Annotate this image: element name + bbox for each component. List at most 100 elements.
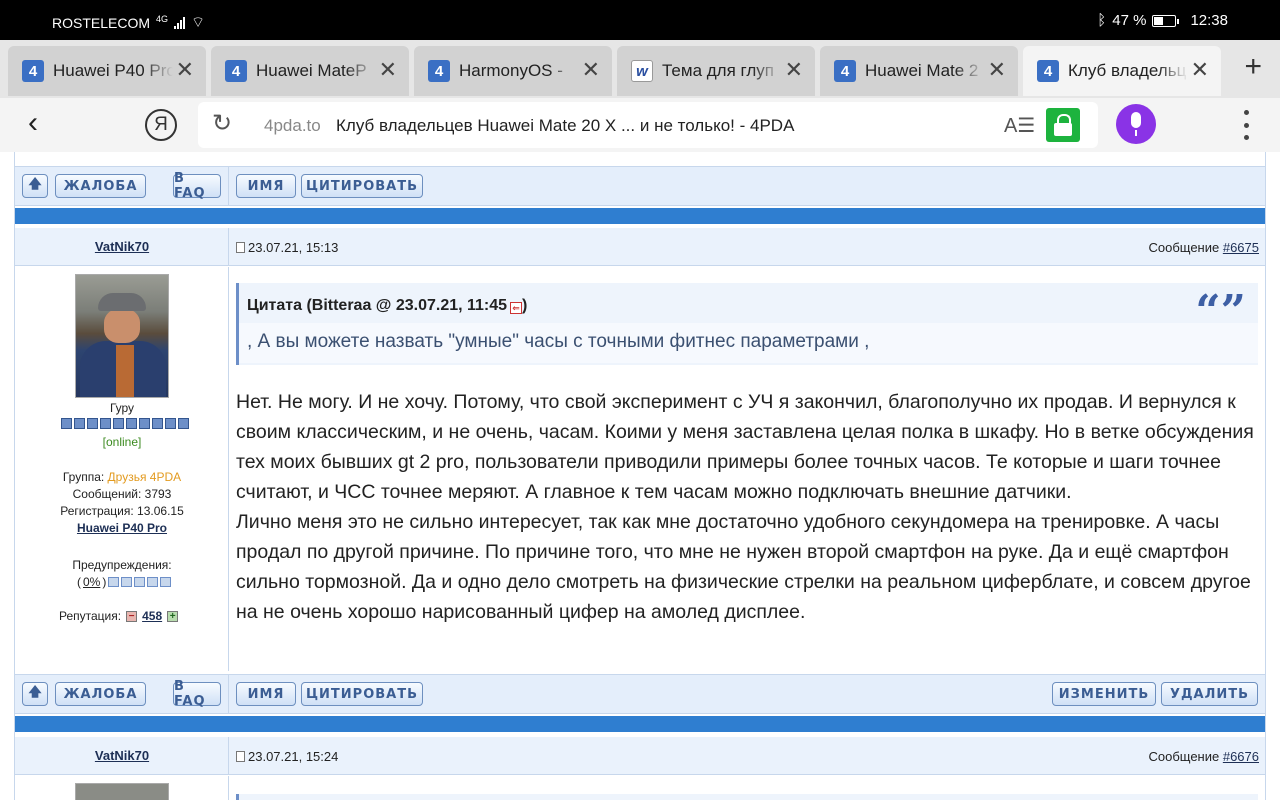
tab-title: Huawei MateP [256, 61, 367, 80]
bluetooth-icon: ᛒ [1097, 12, 1107, 29]
4pda-icon: 4 [1037, 60, 1059, 82]
complaint-button[interactable]: ЖАЛОБА [55, 174, 146, 198]
close-icon[interactable]: ✕ [785, 59, 803, 81]
clock: 12:38 [1190, 12, 1228, 29]
go-to-quote-icon[interactable]: ⇐ [510, 302, 523, 314]
w-icon: w [631, 60, 653, 82]
post-paragraph: Лично меня это не сильно интересует, так… [236, 511, 1251, 623]
url-page-title: Клуб владельцев Huawei Mate 20 X ... и н… [336, 116, 795, 135]
author-name[interactable]: VatNik70 [15, 748, 229, 763]
microphone-icon[interactable] [1116, 104, 1156, 144]
reload-icon[interactable]: ↻ [212, 112, 232, 136]
post-header: VatNik70 23.07.21, 15:13 Сообщение #6675 [15, 228, 1265, 266]
post-action-bar: 🡅 ЖАЛОБА В FAQ ИМЯ ЦИТИРОВАТЬ [15, 166, 1265, 206]
post-body: Гуру [online] Группа: Друзья 4PDA Сообще… [15, 267, 1265, 671]
post-separator [15, 208, 1265, 224]
user-rank: Гуру [109, 401, 135, 415]
group-label: Группа: [62, 470, 105, 484]
lock-icon[interactable] [1046, 108, 1080, 142]
menu-icon[interactable] [1244, 110, 1250, 140]
4pda-icon: 4 [22, 60, 44, 82]
user-device[interactable]: Huawei P40 Pro [15, 521, 229, 535]
author-name[interactable]: VatNik70 [15, 239, 229, 254]
url-field[interactable]: ↻ 4pda.to Клуб владельцев Huawei Mate 20… [198, 102, 1098, 148]
avatar[interactable] [75, 783, 169, 800]
reputation-plus-icon[interactable]: + [167, 610, 179, 622]
message-label: Сообщение [1148, 240, 1220, 255]
tab-title: HarmonyOS - [459, 61, 563, 80]
close-icon[interactable]: ✕ [1191, 59, 1209, 81]
registration-date: Регистрация: 13.06.15 [60, 504, 184, 518]
yandex-icon[interactable]: Я [145, 109, 177, 141]
edit-button[interactable]: ИЗМЕНИТЬ [1052, 682, 1156, 706]
post-action-bar: 🡅 ЖАЛОБА В FAQ ИМЯ ЦИТИРОВАТЬ ИЗМЕНИТЬ У… [15, 674, 1265, 714]
quote-header: Цитата (Bitteraa @ 23.07.21, 11:45 [247, 297, 508, 314]
message-label: Сообщение [1148, 749, 1220, 764]
avatar[interactable] [75, 274, 169, 398]
document-icon [236, 751, 245, 762]
post-date: 23.07.21, 15:24 [248, 749, 339, 764]
faq-button[interactable]: В FAQ [173, 679, 221, 709]
close-icon[interactable]: ✕ [582, 59, 600, 81]
reputation-minus-icon[interactable]: − [126, 610, 138, 622]
quote-button[interactable]: ЦИТИРОВАТЬ [301, 682, 423, 706]
tab-title: Huawei Mate 2 [865, 61, 979, 80]
new-tab-icon[interactable]: + [1244, 52, 1262, 82]
tab-title: Клуб владельц [1068, 61, 1187, 80]
close-icon[interactable]: ✕ [988, 59, 1006, 81]
post-count: Сообщений: 3793 [72, 487, 172, 501]
name-button[interactable]: ИМЯ [236, 174, 296, 198]
tab-3[interactable]: 4 HarmonyOS - ✕ [414, 46, 612, 96]
reader-mode-icon[interactable]: A☰ [1004, 113, 1035, 138]
url-domain: 4pda.to [264, 116, 321, 135]
signal-icon [174, 16, 186, 29]
tab-title: Huawei P40 Pro [53, 61, 173, 80]
group-name: Друзья 4PDA [107, 470, 182, 484]
quote-block [236, 794, 1258, 800]
faq-button[interactable]: В FAQ [173, 171, 221, 201]
quote-button[interactable]: ЦИТИРОВАТЬ [301, 174, 423, 198]
4pda-icon: 4 [428, 60, 450, 82]
reputation-value[interactable]: 458 [142, 609, 162, 623]
tab-bar: 4 Huawei P40 Pro ✕ 4 Huawei MateP ✕ 4 Ha… [0, 40, 1280, 98]
wifi-icon: ⌔ [191, 14, 206, 31]
delete-button[interactable]: УДАЛИТЬ [1161, 682, 1258, 706]
battery-percent: 47 % [1112, 12, 1147, 29]
warnings-percent[interactable]: 0% [83, 575, 100, 589]
message-link[interactable]: #6676 [1223, 749, 1259, 764]
4pda-icon: 4 [834, 60, 856, 82]
quote-block: Цитата (Bitteraa @ 23.07.21, 11:45 ⇐) “” … [236, 283, 1258, 365]
quote-text: , А вы можете назвать "умные" часы с точ… [239, 323, 1258, 363]
document-icon [236, 242, 245, 253]
close-icon[interactable]: ✕ [176, 59, 194, 81]
post-body [15, 776, 1265, 800]
carrier-name: ROSTELECOM [52, 14, 151, 31]
tab-4[interactable]: w Тема для глуп ✕ [617, 46, 815, 96]
tab-5[interactable]: 4 Huawei Mate 2 ✕ [820, 46, 1018, 96]
forum-content: 🡅 ЖАЛОБА В FAQ ИМЯ ЦИТИРОВАТЬ VatNik70 2… [14, 152, 1266, 800]
address-bar: ‹ Я ↻ 4pda.to Клуб владельцев Huawei Mat… [0, 98, 1280, 152]
tab-title: Тема для глуп [662, 61, 774, 80]
post-date: 23.07.21, 15:13 [248, 240, 339, 255]
scroll-up-button[interactable]: 🡅 [22, 682, 48, 706]
tab-6-active[interactable]: 4 Клуб владельц ✕ [1023, 46, 1221, 96]
rank-stars [61, 418, 189, 429]
screen: { "status_bar": { "carrier": "ROSTELECOM… [0, 0, 1280, 800]
reputation-label: Репутация: [59, 609, 122, 623]
battery-icon [1152, 14, 1180, 27]
4pda-icon: 4 [225, 60, 247, 82]
back-icon[interactable]: ‹ [28, 108, 38, 138]
post-text: Нет. Не могу. И не хочу. Потому, что сво… [236, 387, 1256, 627]
online-status: [online] [102, 435, 142, 449]
close-icon[interactable]: ✕ [379, 59, 397, 81]
message-link[interactable]: #6675 [1223, 240, 1259, 255]
tab-1[interactable]: 4 Huawei P40 Pro ✕ [8, 46, 206, 96]
post-separator [15, 716, 1265, 732]
post-header: VatNik70 23.07.21, 15:24 Сообщение #6676 [15, 737, 1265, 775]
post-paragraph: Нет. Не могу. И не хочу. Потому, что сво… [236, 391, 1254, 503]
tab-2[interactable]: 4 Huawei MateP ✕ [211, 46, 409, 96]
scroll-up-button[interactable]: 🡅 [22, 174, 48, 198]
name-button[interactable]: ИМЯ [236, 682, 296, 706]
complaint-button[interactable]: ЖАЛОБА [55, 682, 146, 706]
network-type: 4G [156, 13, 169, 24]
